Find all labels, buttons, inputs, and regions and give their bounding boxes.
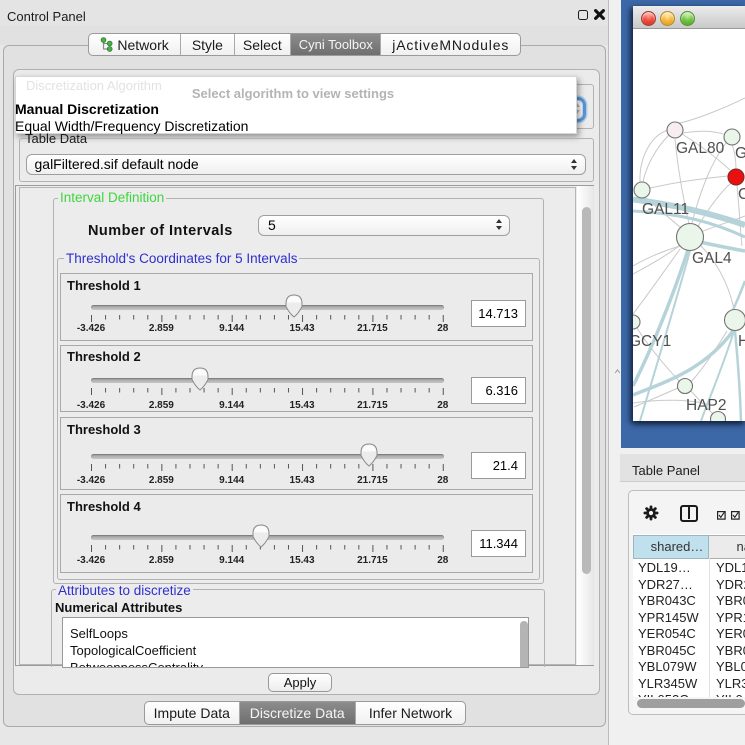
svg-text:GCY1: GCY1 (633, 333, 671, 350)
svg-text:GAL80: GAL80 (676, 140, 725, 157)
svg-text:GA: GA (735, 145, 745, 162)
svg-text:C: C (738, 186, 745, 203)
svg-text:H: H (738, 333, 745, 350)
svg-text:GAL4: GAL4 (692, 250, 732, 267)
svg-text:HAP2: HAP2 (686, 397, 727, 414)
svg-text:GAL11: GAL11 (642, 201, 689, 218)
